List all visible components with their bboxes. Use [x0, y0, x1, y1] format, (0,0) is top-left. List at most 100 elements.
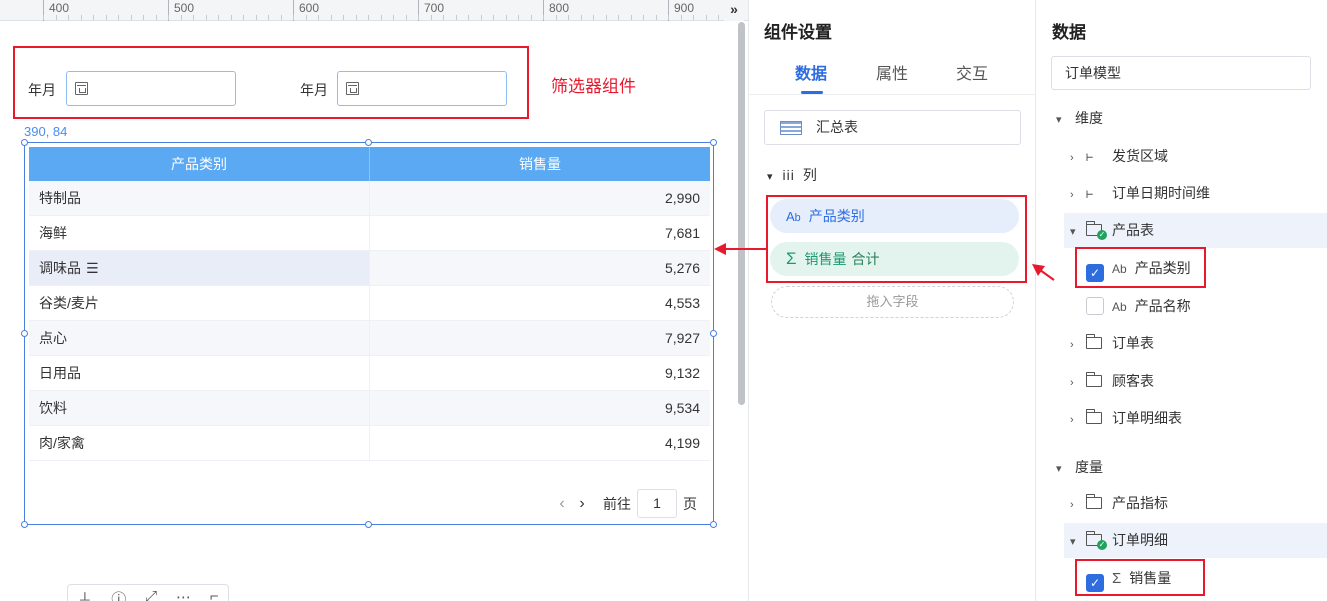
model-select[interactable]: 订单模型: [1051, 56, 1311, 90]
ruler-minor-tick: [356, 15, 357, 20]
vertical-scrollbar[interactable]: [738, 22, 745, 405]
table-row[interactable]: 日用品 9,132: [29, 356, 710, 391]
goto-label: 前往: [603, 495, 631, 512]
folder-icon: [1085, 372, 1102, 387]
tree-item-label: 顾客表: [1112, 373, 1154, 389]
double-chevron-right-icon[interactable]: »: [724, 0, 744, 21]
table-row[interactable]: 海鲜 7,681: [29, 216, 710, 251]
tree-item-customers[interactable]: › 顾客表: [1070, 364, 1321, 399]
ruler-minor-tick: [581, 15, 582, 20]
category-cell: 特制品: [29, 181, 369, 215]
tab-data[interactable]: 数据: [795, 60, 827, 84]
column-header[interactable]: 产品类别: [29, 147, 369, 181]
group-label: 度量: [1075, 459, 1103, 475]
design-canvas[interactable]: 400 500 600 700 800 900 » 年月 年月 筛选器组件 39…: [0, 0, 748, 601]
tree-item-region[interactable]: › ⊢ 发货区域: [1070, 139, 1321, 174]
chevron-down-icon: ▾: [1070, 226, 1076, 238]
table-row[interactable]: 谷类/麦片 4,553: [29, 286, 710, 321]
more-icon[interactable]: ⋯: [176, 588, 191, 601]
tree-item-label: 订单表: [1112, 335, 1154, 351]
table-row[interactable]: 调味品 ☰ 5,276: [29, 251, 710, 286]
tab-interaction[interactable]: 交互: [956, 60, 988, 84]
info-icon[interactable]: ⓘ: [111, 588, 126, 601]
measure-field-pill[interactable]: Σ 销售量 合计: [770, 242, 1019, 276]
field-product-name[interactable]: Ab 产品名称: [1086, 289, 1286, 324]
horizontal-ruler: 400 500 600 700 800 900 »: [0, 0, 748, 21]
data-panel: 数据 订单模型 ▾ 维度 › ⊢ 发货区域 › ⊢ 订单日期时间维 ▾ 产品表 ✓ Ab 产品类…: [1036, 0, 1327, 601]
field-sales-quantity[interactable]: ✓ Σ 销售量: [1086, 561, 1201, 596]
ruler-minor-tick: [656, 15, 657, 20]
ruler-minor-tick: [306, 15, 307, 20]
resize-handle[interactable]: [710, 139, 717, 146]
chart-type-label: 汇总表: [816, 119, 858, 135]
ruler-minor-tick: [681, 15, 682, 20]
field-label: 销售量: [1129, 570, 1172, 586]
tree-item-label: 订单日期时间维: [1112, 185, 1210, 201]
row-menu-icon[interactable]: ☰: [86, 260, 99, 276]
category-text: 点心: [39, 330, 67, 346]
ruler-minor-tick: [568, 15, 569, 20]
dimension-field-pill[interactable]: Ab 产品类别: [770, 199, 1019, 233]
category-text: 谷类/麦片: [39, 295, 99, 311]
columns-icon: iii: [782, 167, 795, 183]
resize-handle[interactable]: [710, 330, 717, 337]
ruler-label: 600: [299, 1, 320, 15]
checkbox-checked[interactable]: ✓: [1086, 264, 1104, 282]
ruler-minor-tick: [81, 15, 82, 20]
resize-handle[interactable]: [21, 330, 28, 337]
checkbox-checked[interactable]: ✓: [1086, 574, 1104, 592]
page-suffix: 页: [683, 495, 697, 512]
folder-checked-icon: [1085, 221, 1107, 240]
resize-handle[interactable]: [710, 521, 717, 528]
expand-icon[interactable]: ⤢: [145, 588, 157, 601]
table-row[interactable]: 肉/家禽 4,199: [29, 426, 710, 461]
tab-properties[interactable]: 属性: [876, 60, 908, 84]
value-cell: 7,927: [369, 321, 710, 355]
tree-group-dimensions[interactable]: ▾ 维度: [1056, 101, 1321, 136]
tree-group-measures[interactable]: ▾ 度量: [1056, 450, 1321, 485]
ruler-minor-tick: [493, 15, 494, 20]
prev-page-icon[interactable]: ‹: [555, 495, 569, 513]
ruler-minor-tick: [56, 15, 57, 20]
tree-item-order-detail-measures[interactable]: ▾ 订单明细: [1064, 523, 1327, 558]
ruler-minor-tick: [381, 15, 382, 20]
column-header[interactable]: 销售量: [369, 147, 710, 181]
filter-icon[interactable]: ⏚: [77, 588, 92, 601]
year-month-picker[interactable]: [66, 71, 236, 106]
ruler-minor-tick: [418, 15, 419, 20]
folder-checked-icon: [1085, 531, 1107, 550]
tree-item-orders[interactable]: › 订单表: [1070, 326, 1321, 361]
field-label: 产品类别: [1134, 260, 1191, 276]
position-readout: 390, 84: [24, 124, 68, 139]
next-page-icon[interactable]: ›: [575, 495, 589, 513]
table-row[interactable]: 点心 7,927: [29, 321, 710, 356]
ruler-minor-tick: [443, 15, 444, 20]
drill-icon[interactable]: ⌐: [210, 588, 219, 601]
component-settings-panel: 组件设置 数据 属性 交互 汇总表 ▾ iii 列 Ab 产品类别 Σ 销售量 合计 拖入…: [748, 0, 1037, 601]
tree-item-label: 产品表: [1112, 222, 1154, 238]
resize-handle[interactable]: [365, 139, 372, 146]
resize-handle[interactable]: [21, 521, 28, 528]
ruler-minor-tick: [256, 15, 257, 20]
value-cell: 5,276: [369, 251, 710, 285]
resize-handle[interactable]: [365, 521, 372, 528]
page-number-input[interactable]: 1: [637, 489, 677, 518]
tree-item-order-details[interactable]: › 订单明细表: [1070, 401, 1321, 436]
ruler-minor-tick: [556, 15, 557, 20]
year-month-picker[interactable]: [337, 71, 507, 106]
tree-item-product-metrics[interactable]: › 产品指标: [1070, 486, 1321, 521]
chart-type-select[interactable]: 汇总表: [764, 110, 1021, 145]
drop-field-zone[interactable]: 拖入字段: [771, 286, 1014, 318]
checkbox-unchecked[interactable]: [1086, 297, 1104, 315]
value-cell: 2,990: [369, 181, 710, 215]
table-row[interactable]: 饮料 9,534: [29, 391, 710, 426]
field-product-category[interactable]: ✓ Ab 产品类别: [1086, 251, 1206, 286]
resize-handle[interactable]: [21, 139, 28, 146]
tree-item-product-table[interactable]: ▾ 产品表: [1064, 213, 1327, 248]
columns-section-header[interactable]: ▾ iii 列: [767, 165, 817, 185]
category-cell: 调味品 ☰: [29, 251, 369, 285]
table-row[interactable]: 特制品 2,990: [29, 181, 710, 216]
category-text: 饮料: [39, 400, 67, 416]
tree-item-order-date[interactable]: › ⊢ 订单日期时间维: [1070, 176, 1321, 211]
ruler-minor-tick: [268, 15, 269, 20]
